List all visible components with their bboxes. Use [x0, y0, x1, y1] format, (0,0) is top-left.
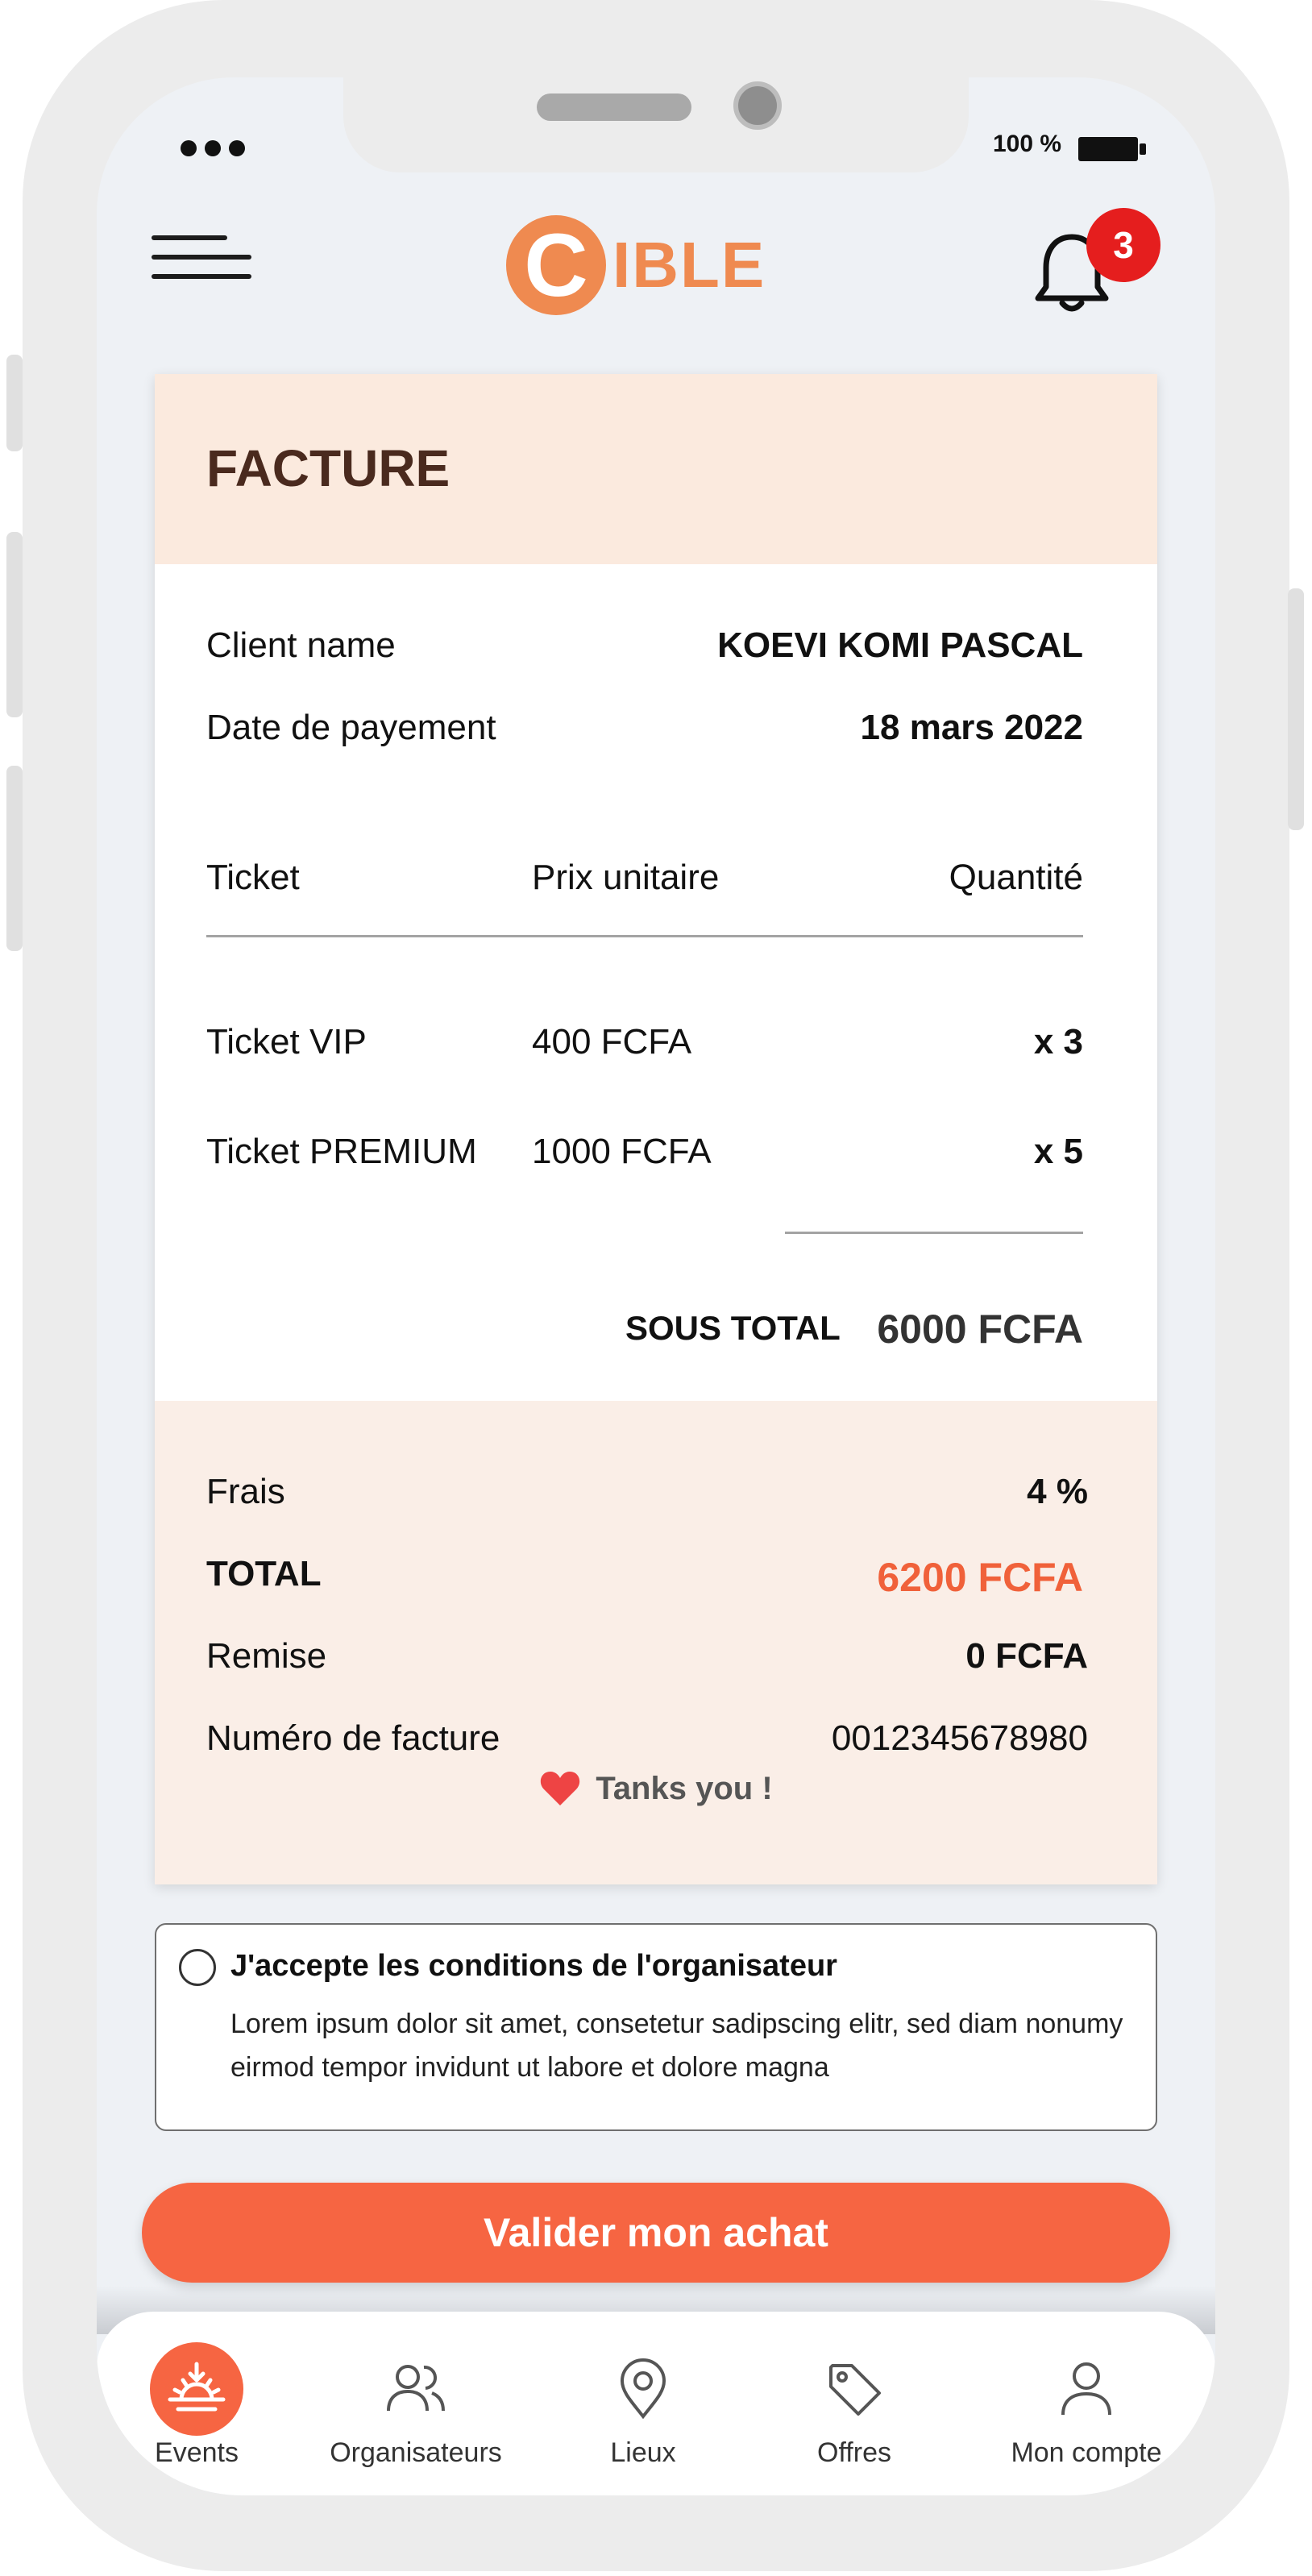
accept-terms-radio[interactable] — [179, 1949, 216, 1986]
divider — [206, 935, 1083, 937]
side-button — [1288, 588, 1304, 830]
discount-label: Remise — [206, 1636, 327, 1676]
heart-icon — [541, 1772, 580, 1805]
client-label: Client name — [206, 625, 396, 665]
user-icon — [1061, 2362, 1111, 2416]
column-header-quantity: Quantité — [949, 858, 1083, 897]
invoice-title: FACTURE — [206, 439, 450, 497]
item-ticket: Ticket VIP — [206, 1022, 367, 1062]
validate-purchase-button[interactable]: Valider mon achat — [142, 2183, 1170, 2283]
map-pin-icon — [620, 2358, 666, 2420]
terms-title[interactable]: J'accepte les conditions de l'organisate… — [230, 1949, 837, 1984]
invoice-number-label: Numéro de facture — [206, 1718, 500, 1758]
thank-you-note: Tanks you ! — [155, 1770, 1157, 1807]
tag-icon — [829, 2364, 881, 2416]
camera — [733, 81, 782, 130]
bottom-tab-bar: Events Organisateurs Lieux Offres Mon co… — [97, 2312, 1215, 2495]
invoice-number-value: 0012345678980 — [831, 1718, 1088, 1758]
item-quantity: x 3 — [1033, 1022, 1083, 1062]
hamburger-menu-icon[interactable] — [152, 235, 251, 292]
item-ticket: Ticket PREMIUM — [206, 1132, 477, 1171]
total-label: TOTAL — [206, 1554, 322, 1593]
tab-label: Lieux — [610, 2437, 676, 2468]
column-header-ticket: Ticket — [206, 858, 300, 897]
total-value: 6200 FCFA — [877, 1555, 1083, 1600]
tab-offres[interactable]: Offres — [749, 2341, 959, 2469]
notch — [343, 77, 969, 172]
item-price: 1000 FCFA — [532, 1132, 712, 1171]
invoice-number-row: Numéro de facture 0012345678980 — [206, 1718, 1088, 1759]
subtotal-value: 6000 FCFA — [877, 1307, 1083, 1352]
phone-screen: 100 % C IBLE 3 FACTURE Client name KOEVI… — [97, 77, 1215, 2495]
speaker — [537, 93, 691, 121]
date-value: 18 mars 2022 — [860, 708, 1083, 747]
thank-you-text: Tanks you ! — [596, 1770, 773, 1806]
tab-lieux[interactable]: Lieux — [538, 2341, 748, 2469]
fees-row: Frais 4 % — [206, 1472, 1088, 1512]
discount-row: Remise 0 FCFA — [206, 1636, 1088, 1676]
fees-label: Frais — [206, 1472, 285, 1511]
side-button — [6, 766, 23, 951]
fees-value: 4 % — [1027, 1472, 1088, 1511]
date-row: Date de payement 18 mars 2022 — [206, 708, 1083, 748]
battery-percent: 100 % — [993, 131, 1062, 157]
invoice-card: FACTURE Client name KOEVI KOMI PASCAL Da… — [155, 374, 1157, 1884]
tab-mon-compte[interactable]: Mon compte — [965, 2341, 1207, 2469]
sunrise-icon — [150, 2342, 243, 2436]
tab-label: Offres — [817, 2437, 891, 2468]
tab-label: Events — [155, 2437, 239, 2468]
signal-dots-icon — [181, 140, 245, 156]
column-header-price: Prix unitaire — [532, 858, 720, 897]
battery-icon — [1078, 137, 1146, 161]
tab-label: Organisateurs — [330, 2437, 502, 2468]
tab-organisateurs[interactable]: Organisateurs — [311, 2341, 521, 2469]
date-label: Date de payement — [206, 708, 496, 747]
terms-body: Lorem ipsum dolor sit amet, consetetur s… — [230, 2009, 1123, 2083]
logo-mark: C — [506, 215, 606, 315]
item-quantity: x 5 — [1033, 1132, 1083, 1171]
client-value: KOEVI KOMI PASCAL — [717, 625, 1083, 665]
tab-label: Mon compte — [1011, 2437, 1162, 2468]
cible-logo: C IBLE — [506, 213, 766, 318]
item-price: 400 FCFA — [532, 1022, 692, 1062]
users-icon — [387, 2365, 445, 2412]
notification-badge: 3 — [1086, 208, 1160, 282]
discount-value: 0 FCFA — [965, 1636, 1088, 1676]
side-button — [6, 355, 23, 451]
subtotal-label: SOUS TOTAL — [625, 1309, 841, 1347]
side-button — [6, 532, 23, 717]
logo-text: IBLE — [612, 229, 766, 301]
divider — [785, 1232, 1083, 1234]
client-row: Client name KOEVI KOMI PASCAL — [206, 625, 1083, 666]
total-row: TOTAL 6200 FCFA — [206, 1554, 1083, 1601]
tab-events[interactable]: Events — [97, 2341, 301, 2469]
terms-box: J'accepte les conditions de l'organisate… — [155, 1923, 1157, 2131]
